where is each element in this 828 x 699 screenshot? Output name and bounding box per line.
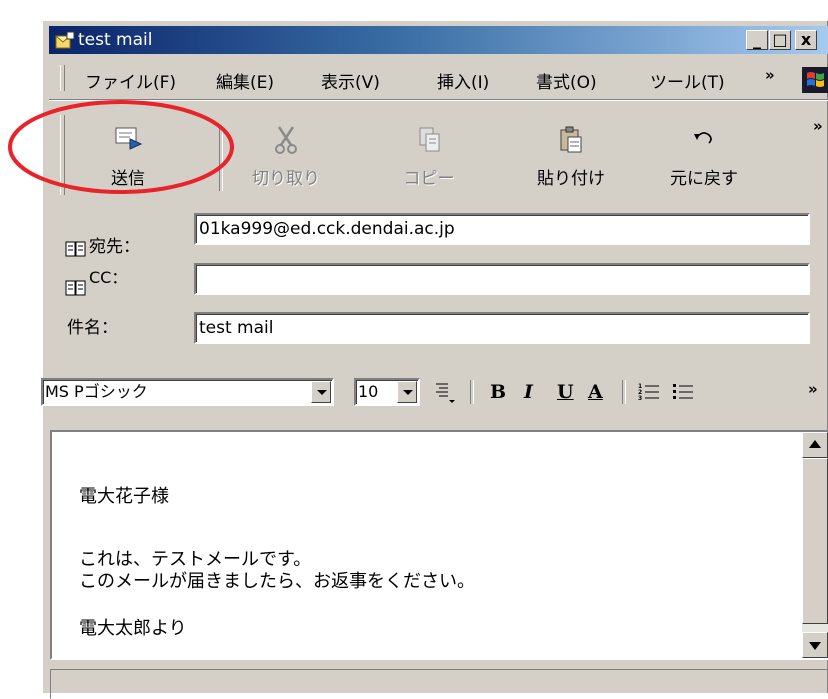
menu-insert[interactable]: 挿入(I) xyxy=(437,68,489,93)
message-body[interactable]: 電大花子様 これは、テストメールです。 このメールが届きましたら、お返事をくださ… xyxy=(50,430,828,660)
send-label: 送信 xyxy=(111,169,145,189)
scrollbar-thumb[interactable] xyxy=(802,458,828,624)
cut-button[interactable]: 切り取り xyxy=(231,119,341,193)
menu-view[interactable]: 表示(V) xyxy=(321,68,380,93)
subject-label: 件名： xyxy=(67,318,118,338)
send-button[interactable]: 送信 xyxy=(73,119,183,193)
toolbar-grip[interactable] xyxy=(60,115,65,195)
to-label: 宛先： xyxy=(89,237,140,257)
maximize-button[interactable]: □ xyxy=(769,30,791,50)
scissors-icon xyxy=(231,125,341,155)
toolbar-overflow-chevron[interactable]: » xyxy=(813,117,823,135)
paste-button[interactable]: 貼り付け xyxy=(516,119,626,193)
menu-file[interactable]: ファイル(F) xyxy=(85,68,176,93)
cc-label: CC： xyxy=(89,268,128,287)
compose-window: test mail _ □ x ファイル(F) 編集(E) 表示(V) 挿入(I… xyxy=(41,19,828,699)
chevron-down-icon[interactable] xyxy=(311,381,331,403)
undo-button[interactable]: 元に戻す xyxy=(649,119,759,193)
chevron-down-icon[interactable] xyxy=(397,381,417,403)
copy-button[interactable]: コピー xyxy=(374,119,484,193)
font-select-value: MS Pゴシック xyxy=(45,382,148,401)
size-select-value: 10 xyxy=(358,382,379,401)
copy-label: コピー xyxy=(403,169,455,189)
menu-tools[interactable]: ツール(T) xyxy=(650,68,725,93)
subject-field[interactable]: test mail xyxy=(194,312,810,344)
size-select[interactable]: 10 xyxy=(354,378,420,406)
send-icon xyxy=(73,125,183,151)
cut-label: 切り取り xyxy=(252,169,320,189)
paste-label: 貼り付け xyxy=(537,169,605,189)
body-line: 電大花子様 xyxy=(79,486,169,507)
body-line: このメールが届きましたら、お返事をください。 xyxy=(79,571,475,592)
undo-label: 元に戻す xyxy=(670,169,738,189)
italic-button[interactable]: I xyxy=(524,381,533,403)
paragraph-style-icon[interactable] xyxy=(434,380,456,409)
address-book-icon[interactable] xyxy=(65,240,87,258)
standard-toolbar: 送信 切り取り コピー 貼り付け 元に戻す » xyxy=(49,111,828,203)
format-overflow-chevron[interactable]: » xyxy=(808,380,818,398)
format-separator xyxy=(470,380,474,404)
minimize-button[interactable]: _ xyxy=(746,30,768,50)
status-bar xyxy=(50,669,828,699)
numbered-list-icon[interactable]: 123 xyxy=(637,381,661,408)
underline-button[interactable]: U xyxy=(557,381,574,403)
mail-app-icon xyxy=(54,31,75,49)
menubar-grip[interactable] xyxy=(60,65,65,91)
format-separator xyxy=(622,380,626,404)
body-line: 電大太郎より xyxy=(79,618,187,639)
undo-icon xyxy=(649,125,759,151)
vertical-scrollbar[interactable] xyxy=(802,432,828,658)
scroll-down-button[interactable] xyxy=(802,632,828,658)
copy-icon xyxy=(374,125,484,155)
svg-text:3: 3 xyxy=(638,395,642,402)
bulleted-list-icon[interactable] xyxy=(671,381,695,408)
window-title: test mail xyxy=(78,30,153,50)
menu-bar: ファイル(F) 編集(E) 表示(V) 挿入(I) 書式(O) ツール(T) » xyxy=(49,63,828,93)
paste-icon xyxy=(516,125,626,155)
cc-field[interactable] xyxy=(194,263,810,295)
scroll-up-button[interactable] xyxy=(802,432,828,458)
menu-toolbar-separator xyxy=(49,99,828,101)
bold-button[interactable]: B xyxy=(490,381,506,403)
menu-edit[interactable]: 編集(E) xyxy=(216,68,274,93)
formatting-toolbar: MS Pゴシック 10 B I U A 123 » xyxy=(41,374,828,410)
address-book-icon[interactable] xyxy=(65,279,87,297)
to-field[interactable]: 01ka999@ed.cck.dendai.ac.jp xyxy=(194,213,810,245)
font-select[interactable]: MS Pゴシック xyxy=(41,378,334,406)
close-button[interactable]: x xyxy=(795,30,817,50)
toolbar-separator xyxy=(219,125,223,191)
font-color-button[interactable]: A xyxy=(588,381,603,403)
menu-format[interactable]: 書式(O) xyxy=(536,68,597,93)
windows-logo-icon xyxy=(802,67,828,93)
menu-overflow-chevron[interactable]: » xyxy=(765,66,775,84)
title-bar[interactable]: test mail _ □ x xyxy=(49,26,828,54)
